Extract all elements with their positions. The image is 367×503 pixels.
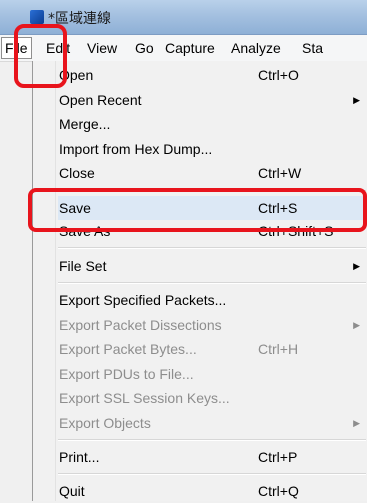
- submenu-arrow-icon: ▶: [353, 418, 360, 428]
- menu-item-export-ssl-keys[interactable]: Export SSL Session Keys...: [58, 386, 366, 410]
- menu-separator: [58, 282, 366, 284]
- menu-icon-gutter: [33, 61, 56, 501]
- menu-item-export-packet-dissections[interactable]: Export Packet Dissections ▶: [58, 313, 366, 337]
- menu-item-label: Open Recent: [59, 92, 142, 108]
- menu-item-label: Export Specified Packets...: [59, 292, 227, 308]
- menu-separator: [58, 439, 366, 441]
- menu-separator: [58, 473, 366, 475]
- menu-statistics[interactable]: Sta: [302, 38, 323, 58]
- menu-item-label: Export Packet Bytes...: [59, 341, 197, 357]
- menu-item-label: File Set: [59, 258, 107, 274]
- menu-capture[interactable]: Capture: [165, 38, 215, 58]
- menu-view[interactable]: View: [87, 38, 117, 58]
- menu-separator: [58, 247, 366, 249]
- menu-item-shortcut: Ctrl+H: [258, 341, 299, 357]
- menu-item-shortcut: Ctrl+W: [258, 165, 302, 181]
- menu-item-export-pdus[interactable]: Export PDUs to File...: [58, 362, 366, 386]
- menu-item-open-recent[interactable]: Open Recent ▶: [58, 88, 366, 112]
- menu-item-close[interactable]: Close Ctrl+W: [58, 161, 366, 185]
- menu-item-open[interactable]: Open Ctrl+O: [58, 63, 366, 87]
- menu-item-label: Quit: [59, 483, 85, 499]
- submenu-arrow-icon: ▶: [353, 320, 360, 330]
- menu-analyze[interactable]: Analyze: [231, 38, 281, 58]
- menu-item-shortcut: Ctrl+Q: [258, 483, 299, 499]
- app-icon: [30, 10, 44, 24]
- menu-item-label: Export Objects: [59, 415, 151, 431]
- menu-item-label: Close: [59, 165, 95, 181]
- submenu-arrow-icon: ▶: [353, 261, 360, 271]
- menu-item-label: Export Packet Dissections: [59, 317, 222, 333]
- file-menu-dropdown: Open Ctrl+O Open Recent ▶ Merge... Impor…: [32, 61, 367, 501]
- menu-item-label: Import from Hex Dump...: [59, 141, 213, 157]
- annotation-box-file: [14, 24, 67, 88]
- menu-item-export-packet-bytes[interactable]: Export Packet Bytes... Ctrl+H: [58, 337, 366, 361]
- menu-item-merge[interactable]: Merge...: [58, 112, 366, 136]
- menu-item-import-hex-dump[interactable]: Import from Hex Dump...: [58, 137, 366, 161]
- menu-item-quit[interactable]: Quit Ctrl+Q: [58, 479, 366, 503]
- menu-item-export-objects[interactable]: Export Objects ▶: [58, 411, 366, 435]
- menu-item-file-set[interactable]: File Set ▶: [58, 254, 366, 278]
- menu-item-shortcut: Ctrl+P: [258, 449, 298, 465]
- menu-item-shortcut: Ctrl+O: [258, 67, 299, 83]
- menu-item-label: Merge...: [59, 116, 111, 132]
- menu-item-label: Export PDUs to File...: [59, 366, 194, 382]
- menu-item-print[interactable]: Print... Ctrl+P: [58, 445, 366, 469]
- submenu-arrow-icon: ▶: [353, 95, 360, 105]
- annotation-box-save: [28, 188, 367, 232]
- menu-go[interactable]: Go: [135, 38, 154, 58]
- menu-item-export-specified-packets[interactable]: Export Specified Packets...: [58, 288, 366, 312]
- menu-item-label: Export SSL Session Keys...: [59, 390, 230, 406]
- menu-item-label: Print...: [59, 449, 100, 465]
